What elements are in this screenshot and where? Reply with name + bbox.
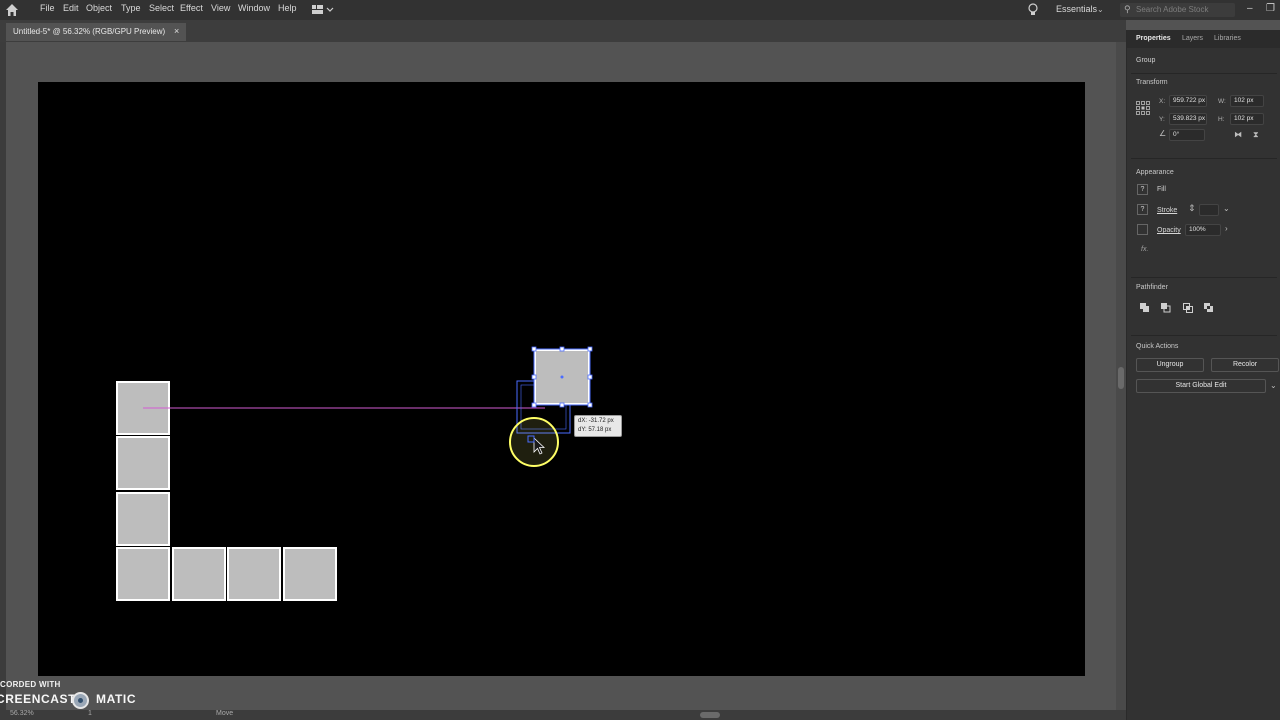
appearance-section-title: Appearance (1136, 169, 1174, 176)
center-point (560, 375, 564, 379)
transform-section-title: Transform (1136, 79, 1168, 86)
y-position-input[interactable]: 539.823 px (1169, 113, 1207, 125)
screencast-logo-icon (72, 692, 89, 709)
quick-actions-section-title: Quick Actions (1136, 343, 1179, 350)
square[interactable] (172, 547, 226, 601)
stroke-swatch[interactable]: ? (1137, 204, 1148, 215)
artboard-number[interactable]: 1 (88, 710, 92, 717)
opacity-label[interactable]: Opacity (1157, 227, 1181, 234)
fx-icon[interactable]: fx. (1141, 246, 1148, 253)
pathfinder-intersect-icon[interactable] (1183, 303, 1193, 313)
status-bar: 56.32% 1 Move (0, 710, 1126, 720)
stroke-weight-input[interactable] (1199, 204, 1219, 216)
fill-label: Fill (1157, 186, 1166, 193)
ungroup-button[interactable]: Ungroup (1136, 358, 1204, 372)
square[interactable] (116, 436, 170, 490)
divider (1131, 158, 1277, 159)
fill-swatch[interactable]: ? (1137, 184, 1148, 195)
horizontal-scroll-thumb[interactable] (700, 712, 720, 718)
square[interactable] (283, 547, 337, 601)
search-placeholder: Search Adobe Stock (1136, 5, 1209, 14)
tooltip-dx: dX: -31.72 px (578, 418, 614, 424)
opacity-icon (1137, 224, 1148, 235)
minimize-button[interactable]: – (1247, 3, 1253, 14)
watermark-recorded-with: CORDED WITH (0, 680, 61, 689)
panel-tabs: Properties Layers Libraries (1127, 30, 1280, 48)
x-position-input[interactable]: 959.722 px (1169, 95, 1207, 107)
pathfinder-minus-front-icon[interactable] (1161, 303, 1171, 313)
stroke-label[interactable]: Stroke (1157, 207, 1177, 214)
watermark-word-1: CREENCAST (0, 692, 77, 706)
properties-panel: Properties Layers Libraries Group Transf… (1126, 30, 1280, 720)
canvas-overlay (116, 346, 593, 601)
width-input[interactable]: 102 px (1230, 95, 1264, 107)
restore-button[interactable]: ❐ (1266, 3, 1275, 14)
move-tooltip: dX: -31.72 px dY: 57.18 px (574, 415, 622, 437)
square[interactable] (116, 492, 170, 546)
tab-properties[interactable]: Properties (1136, 35, 1171, 42)
tab-libraries[interactable]: Libraries (1214, 35, 1241, 42)
tooltip-dy: dY: 57.18 px (578, 427, 612, 433)
divider (1131, 335, 1277, 336)
zoom-level[interactable]: 56.32% (10, 710, 34, 717)
pathfinder-exclude-icon[interactable] (1204, 303, 1214, 313)
rotate-angle-icon: ∠ (1159, 129, 1167, 138)
scroll-thumb[interactable] (1118, 367, 1124, 389)
reference-point-icon[interactable] (1136, 101, 1150, 115)
divider (1131, 277, 1277, 278)
square[interactable] (116, 547, 170, 601)
chevron-right-icon[interactable]: › (1225, 224, 1228, 233)
h-label: H: (1218, 116, 1225, 123)
flip-horizontal-icon[interactable]: ⧓ (1234, 130, 1242, 139)
w-label: W: (1218, 98, 1226, 105)
rotate-input[interactable]: 0° (1169, 129, 1205, 141)
tab-layers[interactable]: Layers (1182, 35, 1203, 42)
object-type-label: Group (1136, 57, 1156, 64)
pathfinder-section-title: Pathfinder (1136, 284, 1168, 291)
height-input[interactable]: 102 px (1230, 113, 1264, 125)
adobe-stock-search[interactable]: ⚲ Search Adobe Stock (1120, 3, 1235, 17)
pathfinder-unite-icon[interactable] (1140, 303, 1150, 313)
opacity-input[interactable]: 100% (1185, 224, 1221, 236)
x-label: X: (1159, 98, 1166, 105)
stroke-stepper-icon[interactable]: ⇕ (1188, 203, 1196, 214)
watermark-word-2: MATIC (96, 692, 137, 706)
flip-vertical-icon[interactable]: ⧗ (1253, 130, 1259, 140)
square[interactable] (227, 547, 281, 601)
vertical-scrollbar[interactable] (1116, 42, 1126, 710)
y-label: Y: (1159, 116, 1165, 123)
recolor-button[interactable]: Recolor (1211, 358, 1279, 372)
divider (1131, 73, 1277, 74)
start-global-edit-button[interactable]: Start Global Edit (1136, 379, 1266, 393)
current-tool-status[interactable]: Move (216, 710, 233, 717)
global-edit-options-chevron-icon[interactable]: ⌄ (1270, 381, 1277, 390)
stroke-dropdown-chevron-icon[interactable]: ⌄ (1223, 204, 1230, 213)
